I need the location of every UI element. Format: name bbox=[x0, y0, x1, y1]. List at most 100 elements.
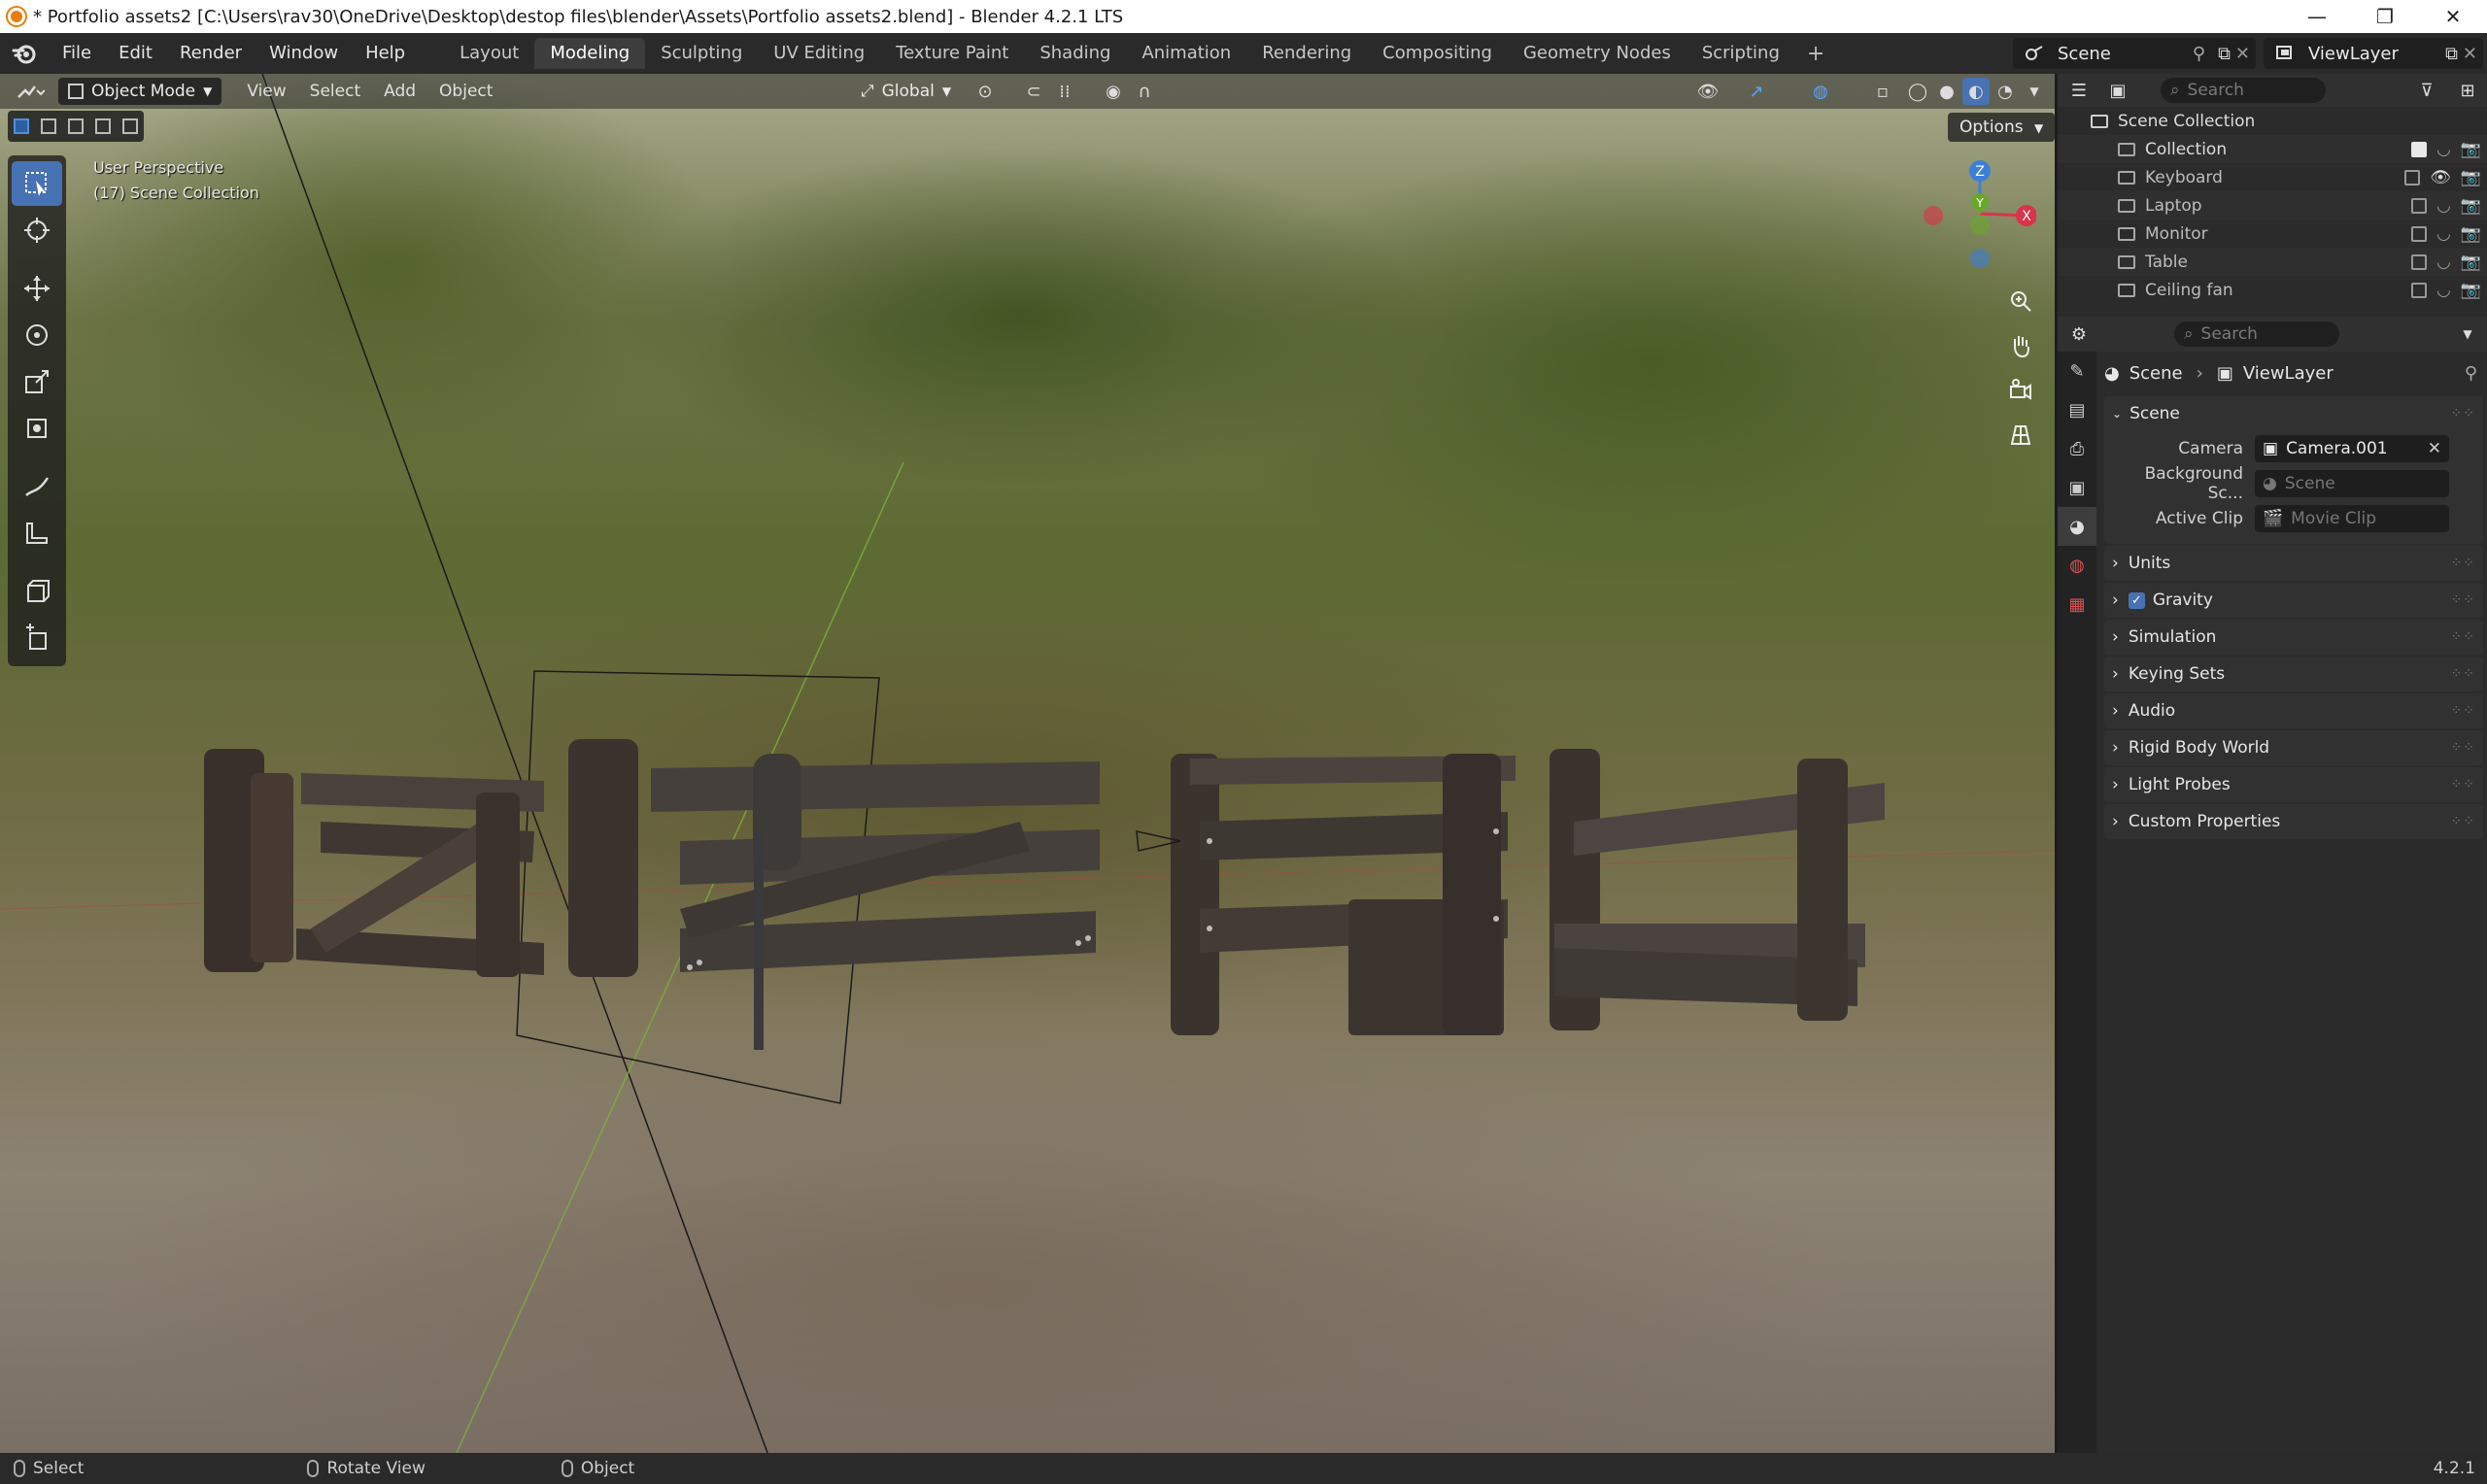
fence-section-1[interactable] bbox=[204, 739, 638, 977]
chevron-down-icon[interactable]: ▼ bbox=[2021, 78, 2048, 105]
outliner-search-input[interactable]: ⌕ Search bbox=[2161, 78, 2326, 103]
outliner-row-collection[interactable]: Collection ◡ 📷 bbox=[2058, 135, 2487, 163]
pin-icon[interactable]: ⚲ bbox=[2193, 44, 2205, 64]
pan-hand-icon[interactable] bbox=[2003, 326, 2038, 365]
gizmo-neg-z-axis[interactable] bbox=[1970, 249, 1990, 268]
units-panel-header[interactable]: › Units ⁘⁘ bbox=[2104, 546, 2483, 581]
menu-edit[interactable]: Edit bbox=[105, 33, 166, 74]
transform-tool-icon[interactable] bbox=[12, 406, 62, 451]
snap-magnet-icon[interactable]: ⊂ bbox=[1020, 78, 1047, 105]
drag-grip-icon[interactable]: ⁘⁘ bbox=[2451, 592, 2475, 608]
tab-layout[interactable]: Layout bbox=[444, 38, 534, 69]
render-camera-icon[interactable]: 📷 bbox=[2461, 168, 2481, 187]
hide-toggle-icon[interactable]: ◡ bbox=[2436, 224, 2451, 244]
active-clip-field[interactable]: 🎬 Movie Clip bbox=[2255, 505, 2449, 532]
filter-icon[interactable]: ⊽ bbox=[2413, 77, 2440, 104]
rendered-shading-icon[interactable]: ◔ bbox=[1992, 78, 2019, 105]
render-camera-icon[interactable]: 📷 bbox=[2461, 140, 2481, 159]
tab-scripting[interactable]: Scripting bbox=[1686, 38, 1795, 69]
drag-grip-icon[interactable]: ⁘⁘ bbox=[2451, 777, 2475, 793]
tab-compositing[interactable]: Compositing bbox=[1367, 38, 1508, 69]
outliner-row-scene-collection[interactable]: Scene Collection bbox=[2058, 107, 2487, 135]
remove-viewlayer-icon[interactable]: ✕ bbox=[2463, 44, 2477, 64]
pivot-point-icon[interactable]: ⊙ bbox=[971, 78, 999, 105]
menu-render[interactable]: Render bbox=[166, 33, 256, 74]
select-box-subtract-icon[interactable] bbox=[62, 111, 89, 142]
snap-grid-icon[interactable]: ⁞⁞ bbox=[1051, 78, 1078, 105]
custom-properties-panel-header[interactable]: › Custom Properties ⁘⁘ bbox=[2104, 804, 2483, 839]
keying-sets-panel-header[interactable]: › Keying Sets ⁘⁘ bbox=[2104, 657, 2483, 691]
properties-editor-icon[interactable]: ⚙ bbox=[2065, 320, 2093, 348]
tab-modeling[interactable]: Modeling bbox=[534, 38, 646, 69]
editor-type-icon[interactable] bbox=[8, 78, 52, 105]
maximize-button[interactable]: ❐ bbox=[2351, 0, 2419, 33]
scale-tool-icon[interactable] bbox=[12, 359, 62, 404]
fence-section-4[interactable] bbox=[1550, 749, 1885, 1030]
scene-tab-icon[interactable]: ◕ bbox=[2058, 507, 2096, 546]
select-box-extend-icon[interactable] bbox=[35, 111, 62, 142]
fence-section-2[interactable] bbox=[651, 754, 1100, 1050]
navigation-gizmo[interactable]: Z X Y bbox=[1920, 155, 2036, 272]
outliner-row-ceiling-fan[interactable]: Ceiling fan ◡ 📷 bbox=[2058, 276, 2487, 304]
background-scene-field[interactable]: ◕ Scene bbox=[2255, 470, 2449, 497]
visibility-eye-icon[interactable]: 👁 bbox=[2430, 168, 2451, 187]
audio-panel-header[interactable]: › Audio ⁘⁘ bbox=[2104, 693, 2483, 728]
drag-grip-icon[interactable]: ⁘⁘ bbox=[2451, 556, 2475, 571]
annotate-tool-icon[interactable] bbox=[12, 464, 62, 509]
gizmo-neg-x-axis[interactable] bbox=[1924, 206, 1943, 225]
visibility-eye-icon[interactable]: 👁 bbox=[1694, 78, 1721, 105]
viewlayer-selector[interactable]: ViewLayer ⧉ ✕ bbox=[2264, 38, 2483, 69]
chevron-down-icon[interactable]: ▼ bbox=[2454, 320, 2481, 348]
gravity-checkbox[interactable]: ✓ bbox=[2128, 591, 2145, 609]
measure-tool-icon[interactable] bbox=[12, 511, 62, 556]
gravity-panel-header[interactable]: › ✓ Gravity ⁘⁘ bbox=[2104, 583, 2483, 618]
exclude-checkbox[interactable] bbox=[2410, 197, 2427, 214]
new-scene-icon[interactable]: ⧉ bbox=[2218, 44, 2231, 64]
menu-help[interactable]: Help bbox=[352, 33, 419, 74]
minimize-button[interactable]: — bbox=[2283, 0, 2351, 33]
fence-section-3[interactable] bbox=[1171, 754, 1516, 1035]
render-camera-icon[interactable]: 📷 bbox=[2461, 196, 2481, 216]
render-tab-icon[interactable]: ▤ bbox=[2058, 390, 2096, 429]
xray-icon[interactable]: ▫ bbox=[1869, 78, 1896, 105]
gizmo-toggle-icon[interactable]: ↗ bbox=[1743, 78, 1770, 105]
exclude-checkbox[interactable] bbox=[2410, 282, 2427, 298]
exclude-checkbox[interactable] bbox=[2404, 169, 2421, 186]
tab-geometry-nodes[interactable]: Geometry Nodes bbox=[1508, 38, 1686, 69]
cursor-tool-icon[interactable] bbox=[12, 208, 62, 253]
tab-sculpting[interactable]: Sculpting bbox=[645, 38, 758, 69]
outliner-row-keyboard[interactable]: Keyboard 👁 📷 bbox=[2058, 163, 2487, 191]
select-box-tool-icon[interactable] bbox=[12, 161, 62, 206]
exclude-checkbox[interactable] bbox=[2410, 253, 2427, 270]
hide-toggle-icon[interactable]: ◡ bbox=[2436, 281, 2451, 300]
wireframe-shading-icon[interactable]: ◯ bbox=[1904, 78, 1931, 105]
camera-field[interactable]: ▣ Camera.001 ✕ bbox=[2255, 435, 2449, 462]
blender-logo-icon[interactable] bbox=[0, 33, 49, 74]
render-camera-icon[interactable]: 📷 bbox=[2461, 224, 2481, 244]
overlays-icon[interactable]: ◍ bbox=[1807, 78, 1834, 105]
add-object-tool-icon[interactable] bbox=[12, 616, 62, 660]
exclude-checkbox[interactable] bbox=[2410, 141, 2427, 157]
select-box-intersect-icon[interactable] bbox=[117, 111, 144, 142]
remove-scene-icon[interactable]: ✕ bbox=[2235, 44, 2250, 64]
render-camera-icon[interactable]: 📷 bbox=[2461, 281, 2481, 300]
zoom-icon[interactable] bbox=[2003, 282, 2038, 320]
viewport-menu-object[interactable]: Object bbox=[427, 82, 504, 101]
viewport-menu-add[interactable]: Add bbox=[372, 82, 427, 101]
scene-selector[interactable]: Scene ⚲ ⧉ ✕ bbox=[2013, 38, 2256, 69]
properties-search-input[interactable]: ⌕ Search bbox=[2174, 321, 2339, 347]
material-preview-shading-icon[interactable]: ◐ bbox=[1962, 78, 1990, 105]
outliner-row-laptop[interactable]: Laptop ◡ 📷 bbox=[2058, 191, 2487, 219]
exclude-checkbox[interactable] bbox=[2410, 225, 2427, 242]
close-window-button[interactable]: ✕ bbox=[2419, 0, 2487, 33]
scene-panel-header[interactable]: ⌄ Scene ⁘⁘ bbox=[2104, 396, 2483, 431]
transform-orientation-dropdown[interactable]: ⤢ Global ▼ bbox=[851, 78, 961, 105]
tab-uv-editing[interactable]: UV Editing bbox=[758, 38, 880, 69]
menu-file[interactable]: File bbox=[49, 33, 105, 74]
tab-shading[interactable]: Shading bbox=[1024, 38, 1126, 69]
drag-grip-icon[interactable]: ⁘⁘ bbox=[2451, 703, 2475, 719]
gizmo-neg-y-axis[interactable] bbox=[1970, 216, 1990, 235]
viewport-menu-select[interactable]: Select bbox=[298, 82, 372, 101]
texture-tab-icon[interactable]: ▦ bbox=[2058, 585, 2096, 624]
camera-view-icon[interactable] bbox=[2003, 371, 2038, 410]
